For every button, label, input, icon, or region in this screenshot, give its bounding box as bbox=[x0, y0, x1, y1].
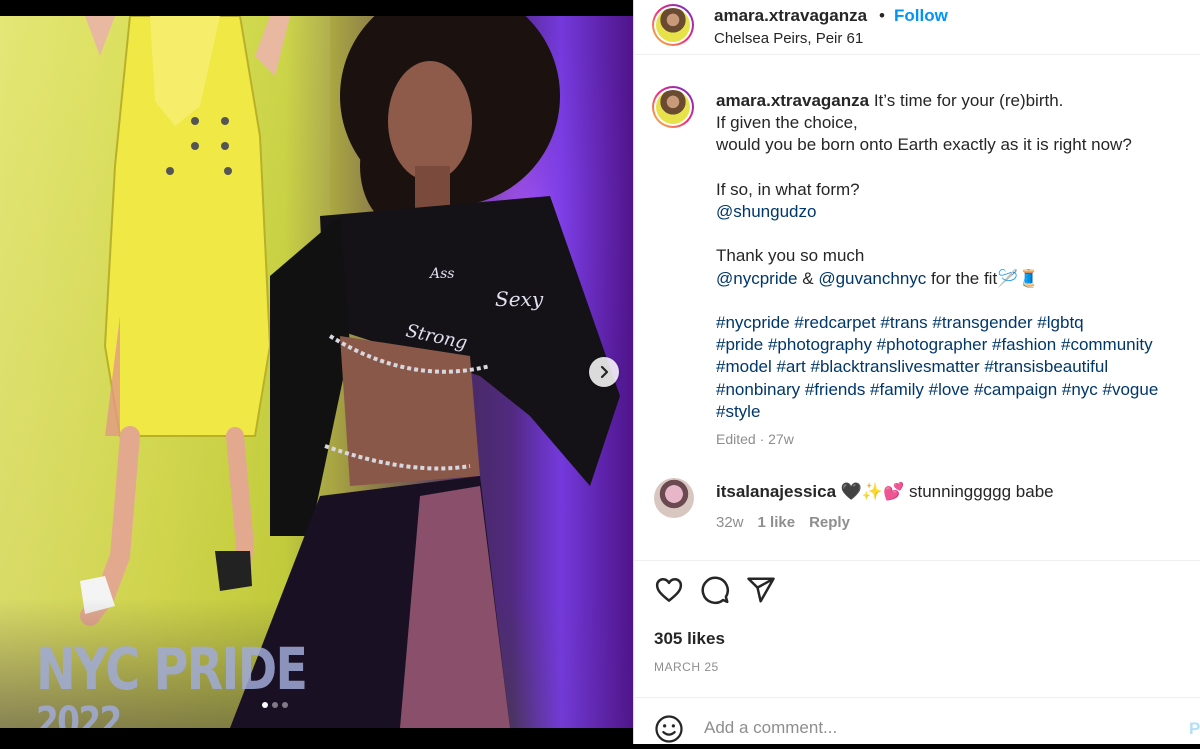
comment-bubble-icon bbox=[701, 576, 729, 605]
commenter-username[interactable]: itsalanajessica bbox=[716, 482, 836, 501]
caption-author-avatar[interactable] bbox=[652, 86, 694, 128]
mention-link[interactable]: @shungudzo bbox=[716, 202, 816, 221]
svg-text:Sexy: Sexy bbox=[495, 287, 544, 311]
hashtags-line[interactable]: #pride #photography #photographer #fashi… bbox=[716, 334, 1194, 356]
mention-link[interactable]: @nycpride bbox=[716, 269, 798, 288]
post-actions bbox=[654, 575, 776, 605]
comment-button[interactable] bbox=[700, 575, 730, 605]
commenter-avatar[interactable] bbox=[654, 478, 694, 518]
sign-line-1: NYC PRIDE bbox=[36, 635, 308, 703]
comment-meta: 32w 1 like Reply bbox=[716, 514, 850, 531]
comment-text: 🖤✨💕 stunninggggg babe bbox=[836, 482, 1054, 501]
likes-count[interactable]: 305 likes bbox=[654, 629, 725, 649]
caption-line-4: If so, in what form? bbox=[716, 179, 860, 199]
heart-icon bbox=[655, 578, 683, 602]
hashtags-line[interactable]: #model #art #blacktranslivesmatter #tran… bbox=[716, 356, 1194, 378]
hashtags-line[interactable]: #nycpride #redcarpet #trans #transgender… bbox=[716, 312, 1194, 334]
author-username[interactable]: amara.xtravaganza bbox=[714, 6, 867, 26]
caption-username[interactable]: amara.xtravaganza bbox=[716, 91, 869, 110]
comment-age: 32w bbox=[716, 514, 744, 531]
subject-person: Ass Sexy Strong bbox=[230, 16, 620, 728]
nyc-pride-sign: NYC PRIDE 2022 bbox=[36, 635, 308, 728]
caption-amp: & bbox=[797, 268, 819, 288]
hashtags-line[interactable]: #style bbox=[716, 401, 1194, 423]
next-slide-button[interactable] bbox=[589, 357, 619, 387]
like-button[interactable] bbox=[654, 575, 684, 605]
caption-line-2: If given the choice, bbox=[716, 113, 858, 133]
post-side-panel: amara.xtravaganza • Follow Chelsea Peirs… bbox=[633, 0, 1200, 744]
comment-input[interactable] bbox=[702, 717, 1166, 739]
share-button[interactable] bbox=[746, 575, 776, 605]
paper-plane-icon bbox=[747, 577, 775, 603]
caption-line-3: would you be born onto Earth exactly as … bbox=[716, 135, 1132, 155]
mention-link[interactable]: @guvanchnyc bbox=[818, 269, 926, 288]
hashtags-line[interactable]: #nonbinary #friends #family #love #campa… bbox=[716, 379, 1194, 401]
caption-line-1: It’s time for your (re)birth. bbox=[873, 91, 1064, 110]
follow-button[interactable]: Follow bbox=[894, 6, 948, 26]
post-header: amara.xtravaganza • Follow Chelsea Peirs… bbox=[634, 0, 1200, 55]
carousel-dots bbox=[262, 702, 288, 708]
carousel-dot-3 bbox=[282, 702, 288, 708]
reply-button[interactable]: Reply bbox=[809, 514, 850, 531]
post-date: MARCH 25 bbox=[654, 660, 719, 674]
caption-line-5: Thank you so much bbox=[716, 246, 865, 266]
header-separator: • bbox=[879, 6, 885, 25]
comment-likes[interactable]: 1 like bbox=[758, 514, 796, 531]
svg-text:Ass: Ass bbox=[428, 266, 454, 282]
comment-body: itsalanajessica 🖤✨💕 stunninggggg babe bbox=[716, 482, 1054, 502]
post-caption: amara.xtravaganza It’s time for your (re… bbox=[716, 90, 1194, 423]
post-location[interactable]: Chelsea Peirs, Peir 61 bbox=[714, 30, 863, 47]
comments-scroll-area[interactable]: amara.xtravaganza It’s time for your (re… bbox=[634, 68, 1200, 561]
chevron-right-icon bbox=[600, 365, 609, 379]
author-avatar[interactable] bbox=[652, 4, 694, 46]
caption-line-6-tail: for the fit🪡🧵 bbox=[926, 268, 1040, 288]
post-photo[interactable]: Ass Sexy Strong NYC PRIDE 2022 bbox=[0, 0, 633, 744]
carousel-dot-1 bbox=[262, 702, 268, 708]
caption-meta: Edited · 27w bbox=[716, 431, 794, 447]
add-comment-bar: P bbox=[634, 697, 1200, 745]
photo-scene: Ass Sexy Strong NYC PRIDE 2022 bbox=[0, 16, 633, 728]
carousel-dot-2 bbox=[272, 702, 278, 708]
post-comment-button[interactable]: P bbox=[1189, 719, 1200, 739]
smiley-icon bbox=[655, 715, 683, 743]
